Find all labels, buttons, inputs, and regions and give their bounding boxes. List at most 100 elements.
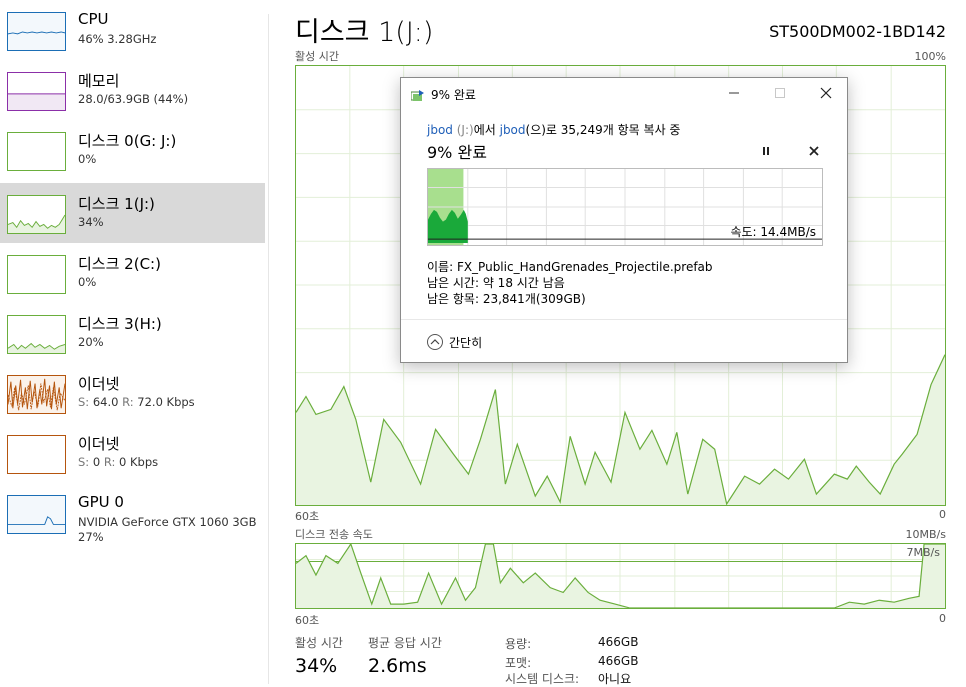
transfer-rate-max-label: 10MB/s [905, 528, 946, 541]
transfer-rate-graph: 7MB/s [295, 543, 946, 609]
dialog-titlebar[interactable]: 9% 완료 [401, 78, 847, 108]
dialog-title: 9% 완료 [431, 88, 476, 102]
page-title: 디스크 1(J:) [295, 17, 434, 48]
sidebar-item-detail: 0% [78, 152, 97, 166]
transfer-rate-axis-label: 60초 [295, 614, 320, 627]
percent-complete: 9% 완료 [427, 143, 487, 162]
close-icon [820, 87, 832, 99]
sidebar-item-title: 디스크 3(H:) [78, 315, 162, 333]
sidebar-item-detail: 0% [78, 275, 97, 289]
sidebar-item-title: CPU [78, 10, 109, 28]
transfer-rate-ref-label: 7MB/s [906, 546, 940, 559]
transfer-rate-graph-label: 디스크 전송 속도 [295, 528, 373, 541]
sidebar-item-title: 디스크 1(J:) [78, 195, 155, 213]
items-remaining-line: 남은 항목: 23,841개(309GB) [427, 292, 586, 306]
receive-value: 72.0 Kbps [137, 395, 195, 409]
source-drive: (J:) [456, 123, 474, 137]
disk2-thumb-graph [7, 255, 66, 294]
sidebar-item-detail: S: 64.0 R: 72.0 Kbps [78, 395, 195, 409]
source-link[interactable]: jbod (J:) [427, 123, 474, 137]
active-time-min-label: 0 [939, 508, 946, 521]
sidebar-item-gpu0[interactable]: GPU 0 NVIDIA GeForce GTX 1060 3GB 27% [0, 483, 265, 544]
cancel-copy-button[interactable] [805, 142, 823, 160]
disk0-thumb-graph [7, 132, 66, 171]
format-value: 466GB [598, 654, 639, 668]
gpu-thumb-graph [7, 495, 66, 534]
receive-label: R: [103, 455, 116, 469]
sidebar-item-detail: 28.0/63.9GB (44%) [78, 92, 189, 106]
fewer-details-label: 간단히 [449, 335, 483, 350]
send-value: 64.0 [92, 395, 119, 409]
sidebar-item-title: 디스크 2(C:) [78, 255, 161, 273]
cpu-thumb-graph [7, 12, 66, 51]
copy-message: jbod (J:)에서 jbod(으)로 35,249개 항목 복사 중 [427, 121, 680, 138]
sidebar-item-disk1[interactable]: 디스크 1(J:) 34% [0, 183, 265, 243]
sidebar-divider[interactable] [268, 14, 269, 684]
disk-model: ST500DM002-1BD142 [769, 22, 946, 41]
copy-icon [410, 87, 425, 101]
performance-sidebar: CPU 46% 3.28GHz 메모리 28.0/63.9GB (44%) 디스… [0, 0, 268, 684]
capacity-label: 용량: [505, 637, 532, 651]
sidebar-item-detail: 34% [78, 215, 104, 229]
destination-link[interactable]: jbod [500, 123, 526, 137]
sidebar-item-detail: 20% [78, 335, 104, 349]
format-label: 포맷: [505, 656, 532, 670]
system-disk-label: 시스템 디스크: [505, 672, 580, 686]
sidebar-item-title: 이더넷 [78, 375, 120, 393]
sidebar-item-title: 메모리 [78, 72, 120, 90]
disk3-thumb-graph [7, 315, 66, 354]
capacity-value: 466GB [598, 635, 639, 649]
active-time-axis-label: 60초 [295, 510, 320, 523]
sidebar-item-ethernet-2[interactable]: 이더넷 S: 0 R: 0 Kbps [0, 423, 265, 483]
send-label: S: [78, 455, 90, 469]
sidebar-item-title: 디스크 0(G: J:) [78, 132, 177, 150]
receive-label: R: [122, 395, 134, 409]
chevron-up-icon [427, 334, 443, 350]
maximize-button[interactable] [757, 78, 803, 108]
send-label: S: [78, 395, 90, 409]
response-time-stat-value: 2.6ms [368, 655, 427, 677]
sidebar-item-cpu[interactable]: CPU 46% 3.28GHz [0, 0, 265, 60]
sidebar-item-detail-2: 27% [78, 530, 104, 544]
sidebar-item-title: GPU 0 [78, 493, 124, 511]
copy-progress-dialog: 9% 완료 jbod (J:)에서 jbod(으)로 35,249개 항목 복사… [400, 77, 848, 363]
message-mid: 에서 [473, 123, 500, 137]
active-time-max-label: 100% [914, 50, 946, 63]
active-time-graph-label: 활성 시간 [295, 50, 339, 63]
active-time-stat-value: 34% [295, 655, 338, 677]
sidebar-item-disk3[interactable]: 디스크 3(H:) 20% [0, 303, 265, 363]
ethernet2-thumb-graph [7, 435, 66, 474]
close-button[interactable] [803, 78, 849, 108]
memory-thumb-graph [7, 72, 66, 111]
sidebar-item-detail: S: 0 R: 0 Kbps [78, 455, 158, 469]
send-value: 0 [92, 455, 101, 469]
message-tail: (으)로 35,249개 항목 복사 중 [525, 123, 681, 137]
ethernet1-thumb-graph [7, 375, 66, 414]
source-name: jbod [427, 123, 453, 137]
pause-button[interactable] [757, 142, 775, 160]
sidebar-item-ethernet-1[interactable]: 이더넷 S: 64.0 R: 72.0 Kbps [0, 363, 265, 423]
pause-icon [763, 147, 769, 155]
response-time-stat-label: 평균 응답 시간 [368, 636, 442, 650]
disk1-thumb-graph [7, 195, 66, 234]
fewer-details-button[interactable]: 간단히 [427, 332, 482, 352]
time-remaining-line: 남은 시간: 약 18 시간 남음 [427, 276, 565, 290]
transfer-rate-min-label: 0 [939, 612, 946, 625]
sidebar-item-detail: 46% 3.28GHz [78, 32, 157, 46]
sidebar-item-disk0[interactable]: 디스크 0(G: J:) 0% [0, 120, 265, 180]
transfer-speed-graph: 속도: 14.4MB/s [427, 168, 823, 246]
maximize-icon [775, 88, 785, 98]
cancel-icon [809, 146, 819, 156]
sidebar-item-title: 이더넷 [78, 435, 120, 453]
minimize-button[interactable] [711, 78, 757, 108]
file-name-line: 이름: FX_Public_HandGrenades_Projectile.pr… [427, 260, 713, 274]
minimize-icon [729, 92, 739, 94]
sidebar-item-disk2[interactable]: 디스크 2(C:) 0% [0, 243, 265, 303]
dialog-separator [401, 319, 847, 320]
sidebar-item-memory[interactable]: 메모리 28.0/63.9GB (44%) [0, 60, 265, 120]
system-disk-value: 아니요 [598, 672, 632, 686]
transfer-speed-text: 속도: 14.4MB/s [730, 225, 816, 239]
active-time-stat-label: 활성 시간 [295, 636, 343, 650]
sidebar-item-detail: NVIDIA GeForce GTX 1060 3GB [78, 515, 257, 529]
receive-value: 0 Kbps [119, 455, 159, 469]
